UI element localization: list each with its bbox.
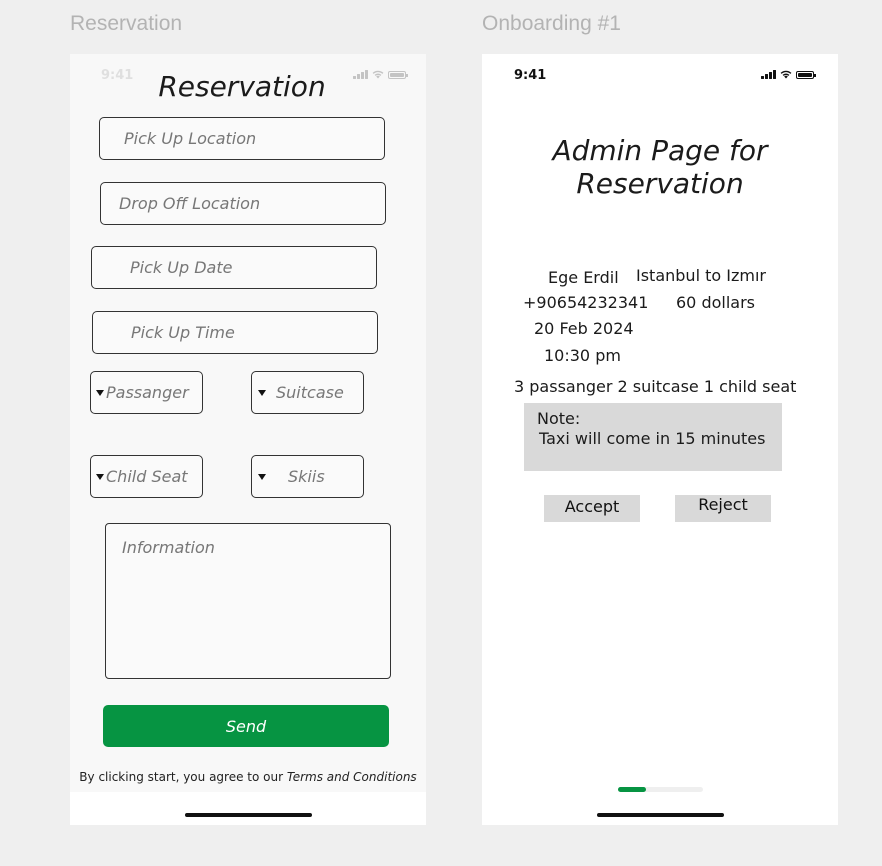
pickup-date-placeholder: Pick Up Date	[130, 258, 233, 277]
suitcase-dropdown[interactable]: Suitcase	[251, 371, 364, 414]
accept-button[interactable]: Accept	[544, 495, 640, 522]
pickup-time-field[interactable]: Pick Up Time	[92, 311, 378, 354]
home-indicator	[185, 813, 312, 817]
child-seat-dropdown[interactable]: Child Seat	[90, 455, 203, 498]
dropdown-caret-icon	[258, 473, 266, 480]
note-text: Taxi will come in 15 minutes	[539, 429, 766, 448]
terms-text: By clicking start, you agree to our Term…	[70, 770, 426, 784]
passenger-placeholder: Passanger	[106, 383, 189, 402]
information-textarea[interactable]: Information	[105, 523, 391, 679]
price: 60 dollars	[676, 293, 755, 312]
frame-label-reservation: Reservation	[70, 12, 183, 35]
page-title: Reservation	[158, 70, 326, 103]
reject-button-label: Reject	[698, 495, 748, 514]
status-time: 9:41	[514, 68, 547, 83]
reservation-screen: 9:41 Reservation Pick Up Location Drop O…	[70, 54, 426, 825]
reservation-details: 3 passanger 2 suitcase 1 child seat	[514, 377, 797, 396]
dropdown-caret-icon	[96, 389, 104, 396]
frame-label-onboarding: Onboarding #1	[482, 12, 621, 35]
dropoff-location-field[interactable]: Drop Off Location	[100, 182, 386, 225]
customer-name: Ege Erdil	[548, 268, 619, 287]
page-title-line2: Reservation	[576, 167, 744, 200]
skiis-dropdown[interactable]: Skiis	[251, 455, 364, 498]
note-label: Note:	[537, 409, 581, 428]
pickup-location-field[interactable]: Pick Up Location	[99, 117, 385, 160]
information-placeholder: Information	[122, 538, 215, 557]
suitcase-placeholder: Suitcase	[276, 383, 344, 402]
onboarding-progress-fill	[618, 787, 647, 792]
customer-phone: +90654232341	[523, 293, 649, 312]
page-title-line1: Admin Page for	[552, 134, 768, 167]
terms-link[interactable]: Terms and Conditions	[287, 770, 417, 784]
onboarding-progress	[618, 787, 703, 792]
skiis-placeholder: Skiis	[288, 467, 325, 486]
reservation-date: 20 Feb 2024	[534, 319, 634, 338]
dropoff-location-placeholder: Drop Off Location	[119, 194, 261, 213]
screen-background	[70, 54, 426, 792]
dropdown-caret-icon	[96, 473, 104, 480]
reservation-time: 10:30 pm	[544, 346, 621, 365]
route: Istanbul to Izmır	[636, 266, 766, 285]
dropdown-caret-icon	[258, 389, 266, 396]
pickup-time-placeholder: Pick Up Time	[131, 323, 235, 342]
admin-screen: 9:41 Admin Page for Reservation Ege Erdi…	[482, 54, 838, 825]
pickup-date-field[interactable]: Pick Up Date	[91, 246, 377, 289]
reject-button[interactable]: Reject	[675, 495, 771, 522]
note-box: Note: Taxi will come in 15 minutes	[524, 403, 782, 471]
terms-prefix: By clicking start, you agree to our	[79, 770, 287, 784]
send-button[interactable]: Send	[103, 705, 389, 747]
accept-button-label: Accept	[564, 497, 620, 516]
send-button-label: Send	[225, 716, 267, 736]
passenger-dropdown[interactable]: Passanger	[90, 371, 203, 414]
page-title: Admin Page for Reservation	[482, 134, 838, 200]
home-indicator	[597, 813, 724, 817]
child-seat-placeholder: Child Seat	[106, 467, 188, 486]
battery-icon	[795, 70, 816, 79]
wifi-icon	[780, 70, 791, 79]
signal-icon	[761, 70, 776, 79]
pickup-location-placeholder: Pick Up Location	[124, 129, 257, 148]
